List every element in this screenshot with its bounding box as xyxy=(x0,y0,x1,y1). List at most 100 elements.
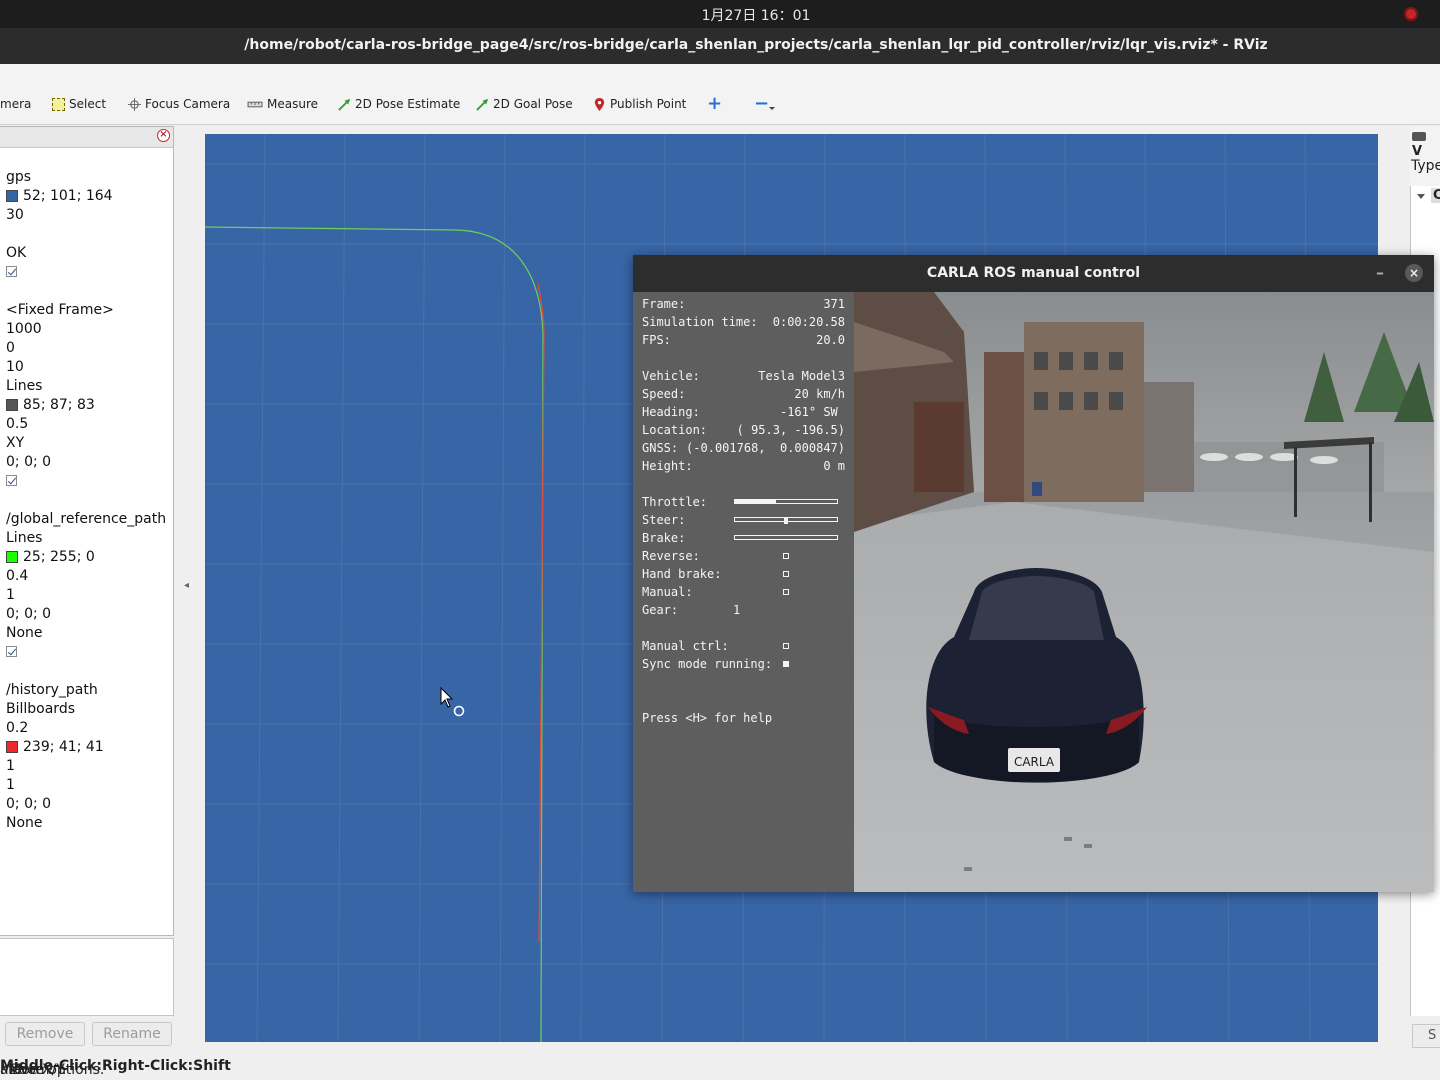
tool-2d-goal-pose[interactable]: 2D Goal Pose xyxy=(476,97,573,111)
status-hint: ate. Middle-Click: Move X/Y. Right-Click… xyxy=(0,1058,231,1078)
camera-icon xyxy=(1412,132,1426,141)
prop-hist-alpha[interactable]: 1 xyxy=(6,758,15,774)
hud-location: Location:( 95.3, -196.5) xyxy=(642,423,845,437)
hud-fps: FPS: 20.0 xyxy=(642,333,845,347)
pose-arrow-icon xyxy=(338,98,351,111)
views-save-button[interactable]: S xyxy=(1412,1024,1440,1048)
carla-window-titlebar[interactable]: CARLA ROS manual control – × xyxy=(633,255,1434,292)
throttle-bar xyxy=(734,499,838,504)
tool-publish-point-label: Publish Point xyxy=(610,97,687,111)
prop-checkbox-2[interactable] xyxy=(6,475,17,486)
rename-button[interactable]: Rename xyxy=(92,1022,172,1046)
tool-camera-label: mera xyxy=(0,97,32,111)
prop-cell-size[interactable]: 10 xyxy=(6,359,24,375)
tool-interact-camera[interactable]: mera xyxy=(0,97,31,111)
remove-tool-button[interactable]: − xyxy=(754,93,775,114)
prop-checkbox-1[interactable] xyxy=(6,266,17,277)
brake-bar xyxy=(734,535,838,540)
prop-ref-alpha[interactable]: 0.4 xyxy=(6,568,28,584)
minimize-icon[interactable]: – xyxy=(1376,263,1384,282)
hud-manual: Manual: xyxy=(642,585,845,601)
prop-plane[interactable]: XY xyxy=(6,435,24,451)
plus-icon: + xyxy=(707,93,723,114)
tool-publish-point[interactable]: Publish Point xyxy=(593,97,686,111)
prop-ref-color[interactable]: 25; 255; 0 xyxy=(6,549,95,565)
hud-vehicle: Vehicle: Tesla Model3 xyxy=(642,369,845,383)
prop-ref-topic[interactable]: /global_reference_path xyxy=(6,511,166,527)
mouse-cursor-icon xyxy=(440,686,465,717)
record-indicator-icon[interactable] xyxy=(1404,7,1418,21)
camera-view: CARLA xyxy=(854,292,1434,892)
tool-measure[interactable]: Measure xyxy=(247,97,318,111)
color-swatch-grid xyxy=(6,399,18,411)
window-title: /home/robot/carla-ros-bridge_page4/src/r… xyxy=(244,37,1268,53)
displays-panel-header: × xyxy=(0,127,173,148)
hud-manual-ctrl: Manual ctrl: xyxy=(642,639,845,655)
prop-alpha[interactable]: 0.5 xyxy=(6,416,28,432)
hud-help: Press <H> for help xyxy=(642,711,773,725)
prop-ref-buffer[interactable]: 1 xyxy=(6,587,15,603)
prop-frame-rate[interactable]: 1000 xyxy=(6,321,42,337)
prop-hist-width[interactable]: 0.2 xyxy=(6,720,28,736)
prop-hist-topic[interactable]: /history_path xyxy=(6,682,98,698)
prop-cell-count[interactable]: 30 xyxy=(6,207,24,223)
prop-hist-offset[interactable]: 0; 0; 0 xyxy=(6,796,51,812)
reverse-indicator xyxy=(783,553,789,559)
tree-expand-icon[interactable] xyxy=(1417,194,1425,199)
prop-ref-pose-style[interactable]: None xyxy=(6,625,43,641)
checkbox[interactable] xyxy=(6,646,17,657)
prop-line-style[interactable]: Lines xyxy=(6,378,42,394)
carla-manual-control-window[interactable]: CARLA ROS manual control – × Frame: 371 S… xyxy=(633,255,1434,892)
add-tool-button[interactable]: + xyxy=(707,93,722,114)
prop-gps-color[interactable]: 52; 101; 164 xyxy=(6,188,113,204)
hud-height: Height: 0 m xyxy=(642,459,845,473)
system-clock[interactable]: 1月27日 16：01 xyxy=(0,5,1440,25)
prop-hist-buffer[interactable]: 1 xyxy=(6,777,15,793)
carla-hud: Frame: 371 Simulation time: 0:00:20.58 FPS… xyxy=(633,292,854,892)
prop-offset-a[interactable]: 0 xyxy=(6,340,15,356)
prop-status[interactable]: OK xyxy=(6,245,26,261)
manual-ctrl-indicator xyxy=(783,643,789,649)
checkbox[interactable] xyxy=(6,475,17,486)
hud-hand-brake: Hand brake: xyxy=(642,567,845,583)
hud-frame: Frame: 371 xyxy=(642,297,845,311)
select-icon xyxy=(52,97,65,111)
hud-throttle: Throttle: xyxy=(642,495,845,511)
views-item[interactable]: C xyxy=(1431,188,1440,203)
prop-ref-offset[interactable]: 0; 0; 0 xyxy=(6,606,51,622)
dropdown-arrow-icon xyxy=(769,107,775,110)
ruler-icon xyxy=(247,101,263,107)
map-pin-icon xyxy=(594,97,605,111)
carla-window-title: CARLA ROS manual control xyxy=(926,265,1141,281)
prop-grid-color[interactable]: 85; 87; 83 xyxy=(6,397,95,413)
close-icon[interactable]: × xyxy=(1405,264,1423,282)
tool-focus-camera[interactable]: Focus Camera xyxy=(128,97,230,111)
prop-hist-color[interactable]: 239; 41; 41 xyxy=(6,739,104,755)
color-swatch-ref xyxy=(6,551,18,563)
prop-gps-name[interactable]: gps xyxy=(6,169,31,185)
tool-pose-estimate-label: 2D Pose Estimate xyxy=(355,97,461,111)
goal-arrow-icon xyxy=(476,98,489,111)
prop-plane-offset[interactable]: 0; 0; 0 xyxy=(6,454,51,470)
prop-fixed-frame[interactable]: <Fixed Frame> xyxy=(6,302,114,318)
prop-ref-line-style[interactable]: Lines xyxy=(6,530,42,546)
system-top-bar: 1月27日 16：01 xyxy=(0,0,1440,28)
window-titlebar[interactable]: /home/robot/carla-ros-bridge_page4/src/r… xyxy=(0,28,1440,64)
collapse-left-arrow-icon[interactable]: ◂ xyxy=(184,580,192,596)
tool-select[interactable]: Select xyxy=(52,97,106,111)
menu-bar xyxy=(0,64,1440,89)
checkbox[interactable] xyxy=(6,266,17,277)
hud-gnss: GNSS: (-0.001768, 0.000847) xyxy=(642,441,845,455)
prop-hist-line-style[interactable]: Billboards xyxy=(6,701,75,717)
camera-scene: CARLA xyxy=(854,292,1434,892)
tool-toolbar: mera Select Focus Camera Measure 2D Pose… xyxy=(0,88,1440,125)
prop-hist-pose-style[interactable]: None xyxy=(6,815,43,831)
tool-2d-pose-estimate[interactable]: 2D Pose Estimate xyxy=(338,97,460,111)
tool-select-label: Select xyxy=(69,97,107,111)
close-icon[interactable]: × xyxy=(157,129,170,142)
steer-indicator xyxy=(784,517,789,524)
license-plate: CARLA xyxy=(1014,755,1055,769)
remove-button[interactable]: Remove xyxy=(5,1022,85,1046)
color-swatch-gps xyxy=(6,190,18,202)
prop-checkbox-3[interactable] xyxy=(6,646,17,657)
